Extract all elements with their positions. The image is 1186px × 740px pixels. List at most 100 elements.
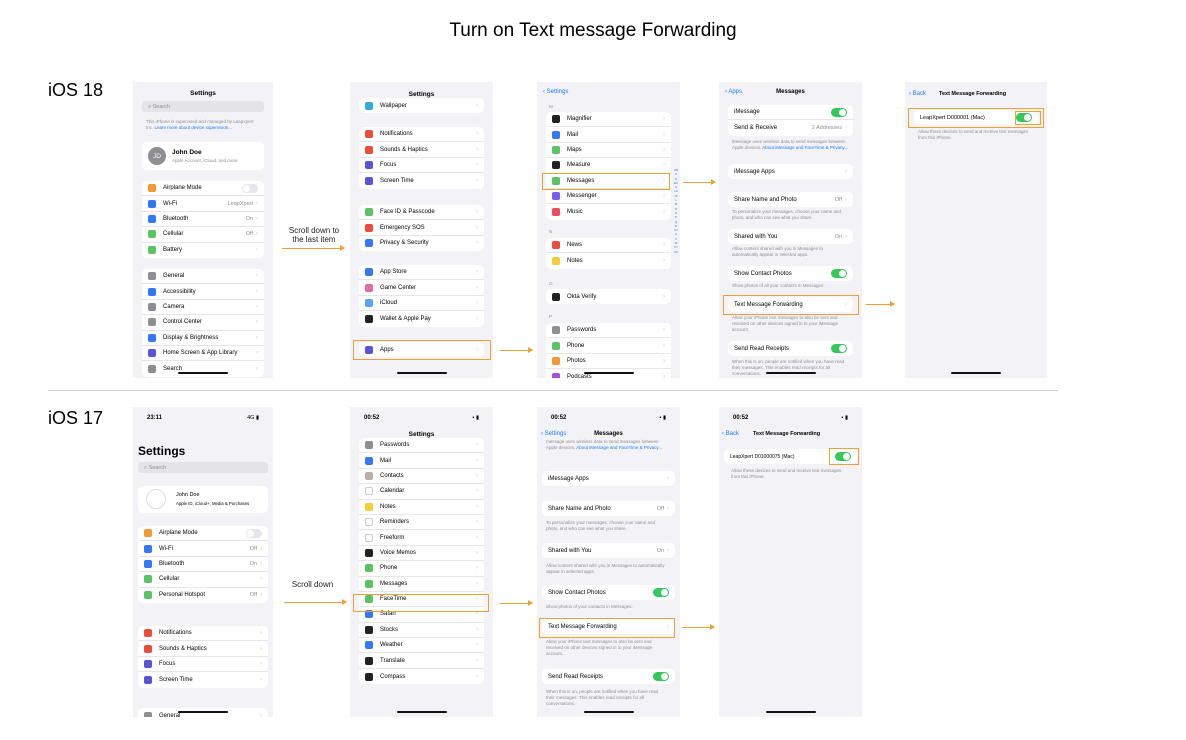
toggle[interactable] [242, 183, 258, 193]
settings-row-personal-hotspot[interactable]: Personal Hotspot Off › [138, 588, 268, 603]
settings-row-photos[interactable]: Photos › [546, 354, 671, 370]
settings-row-calendar[interactable]: Calendar › [359, 484, 484, 500]
search-input[interactable]: ⌕ Search [138, 462, 268, 473]
settings-row-stocks[interactable]: Stocks › [359, 623, 484, 639]
settings-row-focus[interactable]: Focus › [359, 158, 484, 174]
settings-row-compass[interactable]: Compass › [359, 669, 484, 684]
settings-row-search[interactable]: Search › [142, 361, 264, 376]
share-name-row[interactable]: Share Name and Photo Off › [728, 192, 853, 207]
imessage-toggle[interactable] [831, 107, 847, 117]
settings-row-weather[interactable]: Weather › [359, 638, 484, 654]
send-receive-row[interactable]: Send & Receive 2 Addresses › [728, 120, 853, 135]
settings-row-control-center[interactable]: Control Center › [142, 315, 264, 331]
settings-row-bluetooth[interactable]: Bluetooth On › [138, 557, 268, 573]
settings-row-display-brightness[interactable]: Display & Brightness › [142, 331, 264, 346]
imessage-apps-row[interactable]: iMessage Apps › [542, 471, 675, 486]
settings-row-airplane-mode[interactable]: Airplane Mode [142, 181, 264, 197]
settings-row-mail[interactable]: Mail › [359, 453, 484, 469]
settings-row-passwords[interactable]: Passwords › [546, 323, 671, 339]
privacy-link[interactable]: About iMessage and FaceTime & Privacy... [762, 145, 848, 150]
shared-with-you-row[interactable]: Shared with You On › [728, 229, 853, 244]
settings-row-magnifier[interactable]: Magnifier › [546, 112, 671, 128]
text-forwarding-row[interactable]: Text Message Forwarding › [542, 619, 675, 634]
settings-row-cellular[interactable]: Cellular › [138, 572, 268, 588]
read-receipts-toggle[interactable] [653, 672, 669, 682]
settings-row-wallpaper[interactable]: Wallpaper › [359, 98, 484, 113]
settings-row-privacy-security[interactable]: Privacy & Security › [359, 236, 484, 251]
settings-row-airplane-mode[interactable]: Airplane Mode [138, 526, 268, 542]
alphabet-index[interactable]: ABCDEFGHIJKLMNOPQRSTUVWXYZ# [674, 168, 678, 254]
supervision-link[interactable]: Learn more about device supervision... [155, 125, 233, 130]
settings-row-measure[interactable]: Measure › [546, 158, 671, 174]
settings-row-battery[interactable]: Battery › [142, 243, 264, 258]
settings-row-app-store[interactable]: App Store › [359, 265, 484, 281]
arrow [682, 624, 715, 630]
settings-row-notes[interactable]: Notes › [359, 500, 484, 515]
display-brightness-icon [148, 333, 156, 342]
settings-row-facetime[interactable]: FaceTime › [359, 592, 484, 608]
settings-row-sounds-haptics[interactable]: Sounds & Haptics › [359, 142, 484, 158]
row-label: Focus [380, 161, 397, 168]
search-input[interactable]: ⌕ Search [142, 101, 264, 112]
back-button[interactable]: ‹ Back [909, 91, 926, 97]
settings-row-messages[interactable]: Messages › [359, 577, 484, 592]
settings-row-voice-memos[interactable]: Voice Memos › [359, 546, 484, 562]
settings-row-game-center[interactable]: Game Center › [359, 280, 484, 296]
settings-row-news[interactable]: News › [546, 238, 671, 254]
settings-row-passwords[interactable]: Passwords › [359, 438, 484, 454]
contact-photos-toggle[interactable] [831, 269, 847, 279]
settings-row-bluetooth[interactable]: Bluetooth On › [142, 212, 264, 228]
settings-row-emergency-sos[interactable]: Emergency SOS › [359, 220, 484, 236]
settings-row-face-id-passcode[interactable]: Face ID & Passcode › [359, 205, 484, 221]
settings-row-okta-verify[interactable]: Okta Verify › [546, 289, 671, 304]
settings-row-phone[interactable]: Phone › [359, 561, 484, 577]
settings-row-accessibility[interactable]: Accessibility › [142, 284, 264, 300]
settings-row-notes[interactable]: Notes › [546, 253, 671, 268]
row-label: Personal Hotspot [159, 592, 206, 599]
settings-row-general[interactable]: General › [142, 269, 264, 285]
account-card[interactable]: JD John Doe Apple Account, iCloud, and m… [142, 142, 264, 170]
shared-with-you-row[interactable]: Shared with You On › [542, 543, 675, 558]
settings-row-maps[interactable]: Maps › [546, 143, 671, 159]
settings-row-wallet-apple-pay[interactable]: Wallet & Apple Pay › [359, 311, 484, 326]
settings-row-mail[interactable]: Mail › [546, 127, 671, 143]
settings-row-phone[interactable]: Phone › [546, 338, 671, 354]
device-toggle[interactable] [835, 452, 851, 462]
row-label: Show Contact Photos [734, 270, 792, 277]
privacy-link[interactable]: About iMessage and FaceTime & Privacy... [576, 445, 662, 450]
settings-row-messenger[interactable]: Messenger › [546, 189, 671, 205]
settings-row-messages[interactable]: Messages › [546, 174, 671, 189]
account-card[interactable]: John Doe Apple ID, iCloud+, Media & Purc… [138, 486, 268, 513]
account-subtitle: Apple ID, iCloud+, Media & Purchases [176, 501, 250, 506]
imessage-apps-row[interactable]: iMessage Apps › [728, 164, 853, 179]
settings-row-reminders[interactable]: Reminders › [359, 515, 484, 531]
settings-row-cellular[interactable]: Cellular Off › [142, 227, 264, 243]
chevron-right-icon: › [260, 592, 262, 599]
read-receipts-toggle[interactable] [831, 344, 847, 354]
settings-row-sounds-haptics[interactable]: Sounds & Haptics › [138, 641, 268, 657]
text-forwarding-row[interactable]: Text Message Forwarding › [728, 297, 853, 312]
contact-photos-toggle[interactable] [653, 588, 669, 598]
back-button[interactable]: ‹ Settings [543, 89, 568, 95]
settings-row-focus[interactable]: Focus › [138, 657, 268, 673]
settings-row-translate[interactable]: Translate › [359, 653, 484, 669]
settings-row-screen-time[interactable]: Screen Time › [138, 672, 268, 687]
settings-row-wi-fi[interactable]: Wi-Fi Off › [138, 541, 268, 557]
settings-row-icloud[interactable]: iCloud › [359, 296, 484, 312]
shared-caption: Allow content shared with you in Message… [732, 246, 824, 257]
settings-row-notifications[interactable]: Notifications › [359, 127, 484, 143]
settings-row-freeform[interactable]: Freeform › [359, 530, 484, 546]
settings-row-camera[interactable]: Camera › [142, 300, 264, 316]
back-button[interactable]: ‹ Back [722, 431, 739, 437]
settings-row-home-screen-app-library[interactable]: Home Screen & App Library › [142, 346, 264, 362]
settings-row-music[interactable]: Music › [546, 204, 671, 219]
toggle[interactable] [246, 528, 262, 538]
settings-row-screen-time[interactable]: Screen Time › [359, 173, 484, 188]
settings-row-wi-fi[interactable]: Wi-Fi LeapXpert › [142, 196, 264, 212]
settings-row-safari[interactable]: Safari › [359, 607, 484, 623]
settings-row-notifications[interactable]: Notifications › [138, 626, 268, 642]
device-toggle[interactable] [1016, 113, 1032, 123]
settings-row-apps[interactable]: Apps › [359, 342, 484, 357]
settings-row-contacts[interactable]: Contacts › [359, 469, 484, 485]
share-name-row[interactable]: Share Name and Photo Off › [542, 501, 675, 516]
